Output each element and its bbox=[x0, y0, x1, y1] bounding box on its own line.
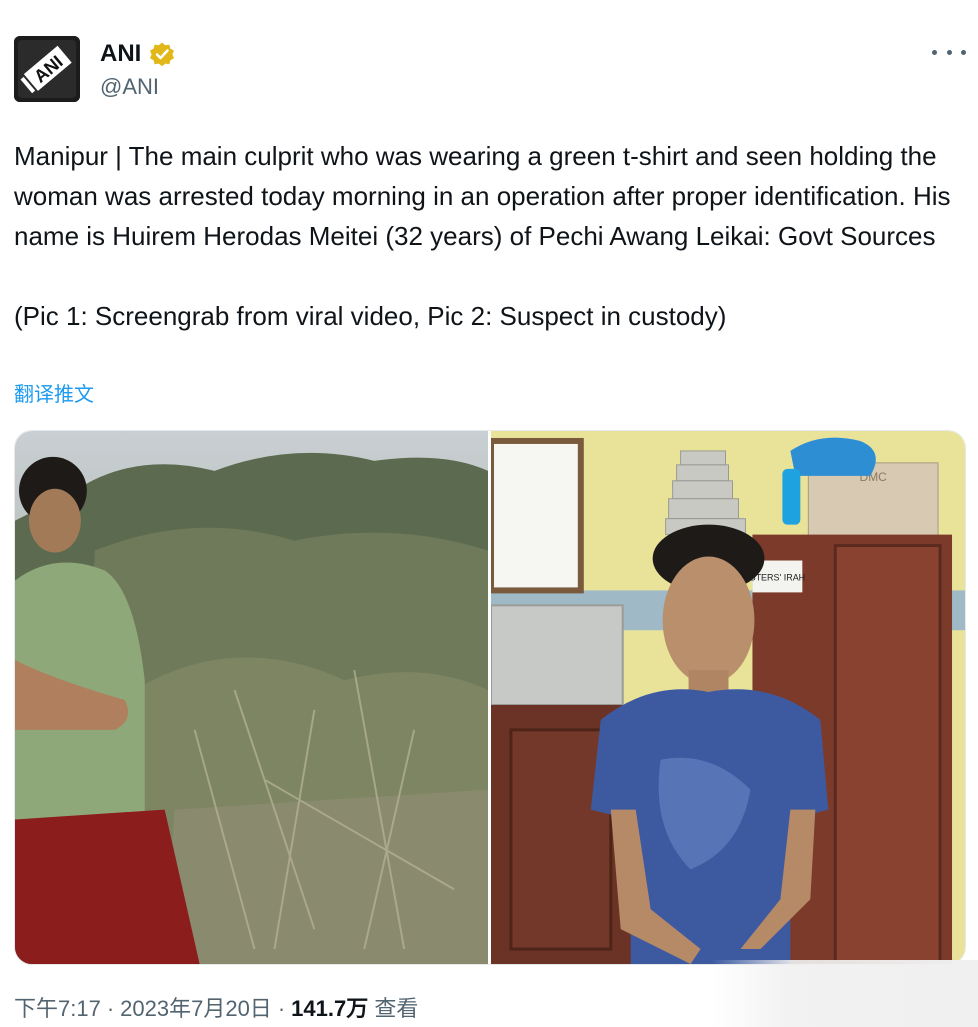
tweet-text: Manipur | The main culprit who was weari… bbox=[14, 141, 951, 331]
author-name-row: ANI bbox=[100, 40, 175, 68]
meta-separator: · bbox=[106, 996, 115, 1021]
author-display-name[interactable]: ANI bbox=[100, 40, 141, 68]
gold-verified-badge-icon[interactable] bbox=[149, 41, 175, 67]
more-horizontal-icon bbox=[946, 49, 952, 55]
media-image-1[interactable] bbox=[15, 431, 488, 964]
views-label: 查看 bbox=[374, 996, 419, 1021]
watermark-fade bbox=[712, 960, 978, 1027]
ani-logo-icon: ANI bbox=[14, 36, 80, 102]
tweet-date[interactable]: 2023年7月20日 bbox=[120, 996, 272, 1021]
more-horizontal-icon bbox=[932, 49, 937, 55]
more-options-button[interactable] bbox=[932, 42, 966, 62]
viral-video-screengrab bbox=[15, 431, 488, 964]
meta-separator: · bbox=[277, 996, 286, 1021]
author-avatar[interactable]: ANI bbox=[14, 36, 80, 102]
tweet-media: DMC STERS' IRAH bbox=[14, 430, 966, 965]
tweet-time[interactable]: 下午7:17 bbox=[14, 996, 101, 1021]
tweet-header: ANI ANI @ANI bbox=[14, 36, 966, 106]
media-image-2[interactable]: DMC STERS' IRAH bbox=[491, 431, 965, 964]
translate-tweet-link[interactable]: 翻译推文 bbox=[14, 382, 94, 408]
tweet-meta: 下午7:17 · 2023年7月20日 · 141.7万 查看 bbox=[14, 994, 418, 1024]
author-handle[interactable]: @ANI bbox=[100, 74, 159, 100]
more-horizontal-icon bbox=[961, 49, 966, 55]
suspect-in-custody-photo: DMC STERS' IRAH bbox=[491, 431, 965, 964]
views-count[interactable]: 141.7万 bbox=[291, 996, 368, 1021]
